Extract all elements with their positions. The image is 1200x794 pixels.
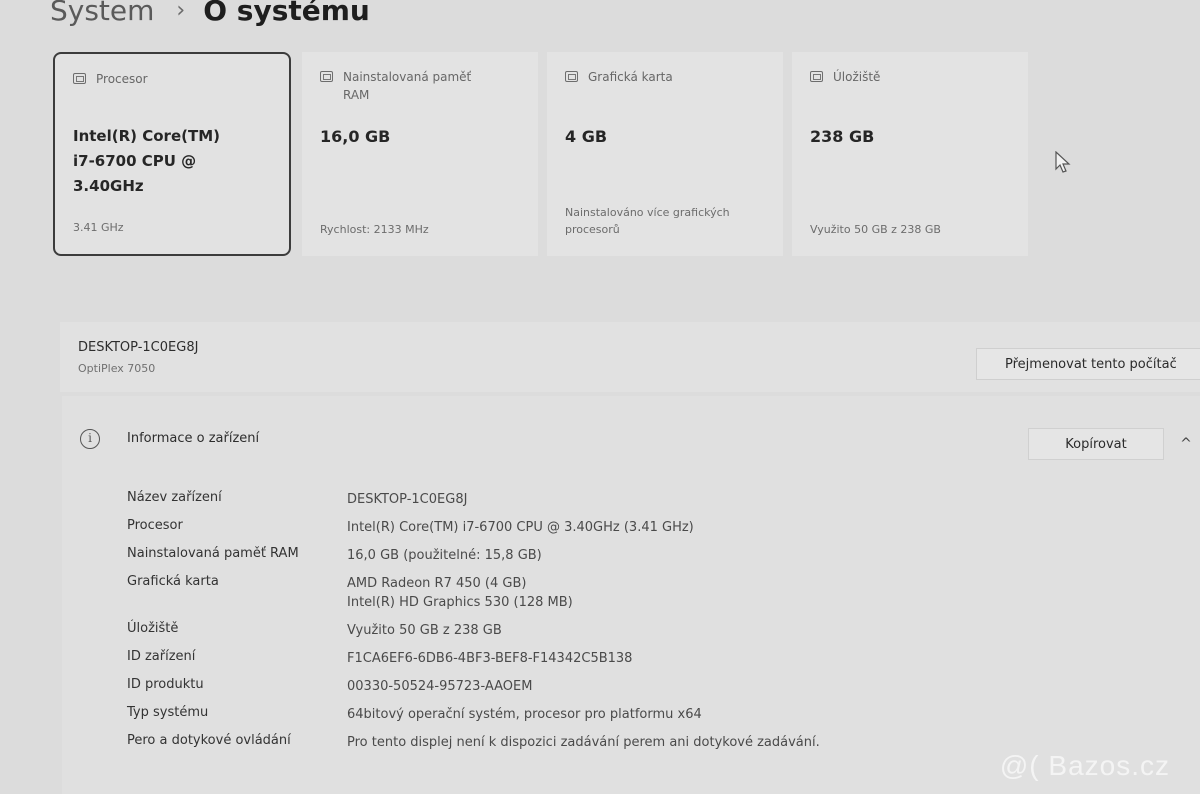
rename-pc-button[interactable]: Přejmenovat tento počítač [976, 348, 1200, 380]
spec-row-system-type: Typ systému 64bitový operační systém, pr… [127, 705, 1027, 724]
spec-row-processor: Procesor Intel(R) Core(TM) i7-6700 CPU @… [127, 518, 1027, 537]
spec-row-graphics: Grafická karta AMD Radeon R7 450 (4 GB) … [127, 574, 1027, 612]
info-icon: i [80, 429, 100, 449]
storage-card[interactable]: Úložiště 238 GB Využito 50 GB z 238 GB [792, 52, 1028, 256]
card-subtext: Nainstalováno více grafických procesorů [565, 206, 730, 236]
spec-label: Pero a dotykové ovládání [127, 733, 291, 748]
card-title: Nainstalovaná paměť RAM [343, 70, 472, 102]
device-spec-table: Název zařízení DESKTOP-1C0EG8J Procesor … [127, 490, 1027, 750]
breadcrumb: System › O systému [50, 0, 370, 30]
spec-row-ram: Nainstalovaná paměť RAM 16,0 GB (použite… [127, 546, 1027, 565]
spec-value[interactable]: Pro tento displej není k dispozici zadáv… [347, 733, 820, 752]
device-info-header[interactable]: i Informace o zařízení Kopírovat ^ [62, 396, 1200, 476]
device-name: DESKTOP-1C0EG8J [78, 340, 199, 355]
copy-button[interactable]: Kopírovat [1028, 428, 1164, 460]
spec-label: ID zařízení [127, 649, 196, 664]
device-info-title: Informace o zařízení [127, 431, 260, 446]
bazos-watermark: @( Bazos.cz [999, 750, 1170, 781]
storage-icon [810, 71, 823, 82]
breadcrumb-system-link[interactable]: System [50, 0, 154, 27]
processor-icon [73, 73, 86, 84]
spec-value[interactable]: Využito 50 GB z 238 GB [347, 621, 502, 640]
spec-value[interactable]: 64bitový operační systém, procesor pro p… [347, 705, 702, 724]
card-title: Úložiště [833, 70, 881, 84]
spec-value[interactable]: 00330-50524-95723-AAOEM [347, 677, 532, 696]
ram-card[interactable]: Nainstalovaná paměť RAM 16,0 GB Rychlost… [302, 52, 538, 256]
device-model: OptiPlex 7050 [78, 362, 156, 375]
spec-row-device-name: Název zařízení DESKTOP-1C0EG8J [127, 490, 1027, 509]
device-summary: DESKTOP-1C0EG8J OptiPlex 7050 Přejmenova… [60, 322, 1200, 392]
spec-row-pen-touch: Pero a dotykové ovládání Pro tento displ… [127, 733, 1027, 752]
spec-row-device-id: ID zařízení F1CA6EF6-6DB6-4BF3-BEF8-F143… [127, 649, 1027, 668]
card-value: Intel(R) Core(TM) i7-6700 CPU @ 3.40GHz [73, 127, 220, 195]
spec-value[interactable]: 16,0 GB (použitelné: 15,8 GB) [347, 546, 542, 565]
spec-label: Název zařízení [127, 490, 222, 505]
chevron-right-icon: › [176, 0, 186, 23]
gpu-card[interactable]: Grafická karta 4 GB Nainstalováno více g… [547, 52, 783, 256]
card-value: 16,0 GB [320, 127, 391, 146]
page-title: O systému [203, 0, 370, 27]
spec-label: ID produktu [127, 677, 204, 692]
card-subtext: Rychlost: 2133 MHz [320, 223, 429, 236]
card-title: Procesor [96, 72, 148, 86]
card-value: 238 GB [810, 127, 875, 146]
card-title: Grafická karta [588, 70, 673, 84]
spec-label: Procesor [127, 518, 183, 533]
device-info-panel: i Informace o zařízení Kopírovat ^ Název… [62, 396, 1200, 794]
spec-row-product-id: ID produktu 00330-50524-95723-AAOEM [127, 677, 1027, 696]
chevron-up-icon[interactable]: ^ [1176, 434, 1196, 454]
processor-card[interactable]: Procesor Intel(R) Core(TM) i7-6700 CPU @… [53, 52, 291, 256]
spec-row-storage: Úložiště Využito 50 GB z 238 GB [127, 621, 1027, 640]
card-subtext: 3.41 GHz [73, 221, 124, 234]
spec-label: Nainstalovaná paměť RAM [127, 546, 299, 561]
spec-value[interactable]: DESKTOP-1C0EG8J [347, 490, 467, 509]
gpu-icon [565, 71, 578, 82]
spec-value[interactable]: Intel(R) Core(TM) i7-6700 CPU @ 3.40GHz … [347, 518, 694, 537]
ram-icon [320, 71, 333, 82]
spec-value[interactable]: AMD Radeon R7 450 (4 GB) Intel(R) HD Gra… [347, 574, 573, 612]
spec-value[interactable]: F1CA6EF6-6DB6-4BF3-BEF8-F14342C5B138 [347, 649, 632, 668]
card-value: 4 GB [565, 127, 608, 146]
card-subtext: Využito 50 GB z 238 GB [810, 223, 941, 236]
spec-label: Typ systému [127, 705, 209, 720]
spec-label: Úložiště [127, 621, 179, 636]
spec-label: Grafická karta [127, 574, 219, 589]
mouse-cursor-icon [1047, 131, 1071, 173]
